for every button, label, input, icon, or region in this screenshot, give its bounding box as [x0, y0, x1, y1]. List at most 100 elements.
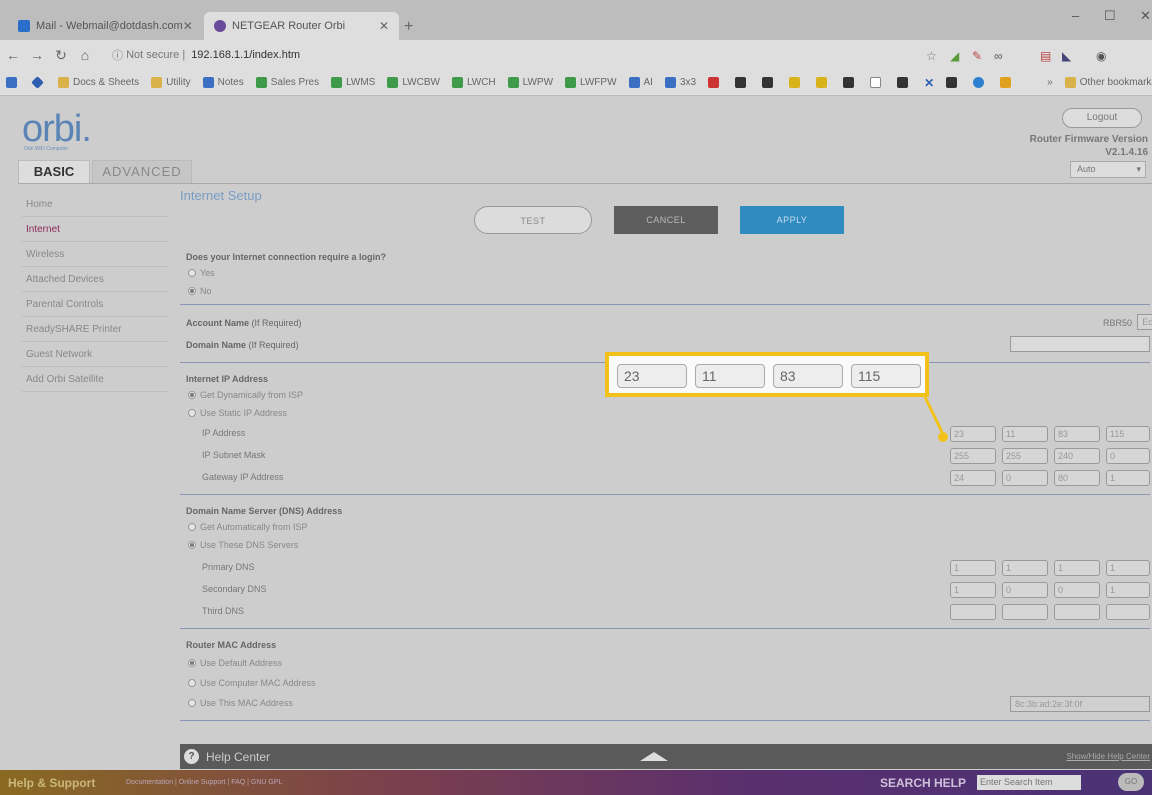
third-dns-octet-2[interactable]: [1002, 604, 1048, 620]
bookmark-item[interactable]: Notes: [202, 77, 244, 88]
bookmark-item[interactable]: Utility: [151, 77, 191, 88]
login-yes-radio[interactable]: Yes: [188, 268, 215, 278]
secondary-dns-octet-4[interactable]: 1: [1106, 582, 1150, 598]
bookmark-icon-only[interactable]: [946, 77, 961, 88]
sidebar-item-home[interactable]: Home: [22, 192, 168, 217]
search-help-input[interactable]: [977, 775, 1081, 790]
tab-advanced[interactable]: ADVANCED: [92, 160, 192, 184]
extension-icon[interactable]: ◢: [950, 49, 959, 63]
ip-static-radio[interactable]: Use Static IP Address: [188, 408, 287, 418]
close-tab-icon[interactable]: ✕: [379, 19, 389, 33]
bookmark-icon-only[interactable]: [708, 77, 723, 88]
secondary-dns-octet-2[interactable]: 0: [1002, 582, 1048, 598]
dns-auto-radio[interactable]: Get Automatically from ISP: [188, 522, 308, 532]
mac-default-radio[interactable]: Use Default Address: [188, 658, 282, 668]
bookmark-icon-only[interactable]: ✕: [924, 76, 934, 90]
bookmark-icon-only[interactable]: [816, 77, 831, 88]
browser-tab-mail[interactable]: Mail - Webmail@dotdash.com ✕: [8, 12, 198, 40]
sidebar-item-add-orbi-satellite[interactable]: Add Orbi Satellite: [22, 367, 168, 392]
mac-address-input[interactable]: 8c:3b:ad:2e:3f:0f: [1010, 696, 1150, 712]
language-select[interactable]: Auto ▾: [1070, 161, 1146, 178]
ip-address-octet-2[interactable]: 11: [1002, 426, 1048, 442]
extension-icon[interactable]: ◉: [1096, 49, 1106, 63]
edit-button[interactable]: Edit: [1137, 314, 1152, 330]
login-no-radio[interactable]: No: [188, 286, 212, 296]
sidebar-item-parental-controls[interactable]: Parental Controls: [22, 292, 168, 317]
gateway-octet-2[interactable]: 0: [1002, 470, 1048, 486]
bookmark-item[interactable]: LWCH: [451, 77, 496, 88]
bookmark-icon-only[interactable]: [735, 77, 750, 88]
test-button[interactable]: TEST: [474, 206, 592, 234]
bookmark-icon-only[interactable]: [789, 77, 804, 88]
subnet-octet-2[interactable]: 255: [1002, 448, 1048, 464]
primary-dns-octet-2[interactable]: 1: [1002, 560, 1048, 576]
reload-icon[interactable]: ↻: [50, 47, 72, 64]
extension-icon[interactable]: ∞: [994, 49, 1003, 63]
star-icon[interactable]: ☆: [926, 49, 937, 63]
url-input[interactable]: ⓘ Not secure | 192.168.1.1/index.htm: [104, 44, 308, 66]
bookmark-item[interactable]: LWMS: [331, 77, 375, 88]
bookmark-item[interactable]: LWFPW: [565, 77, 617, 88]
subnet-octet-4[interactable]: 0: [1106, 448, 1150, 464]
bookmark-item[interactable]: 3x3: [664, 77, 696, 88]
bookmark-item[interactable]: Docs & Sheets: [58, 77, 139, 88]
mac-this-radio[interactable]: Use This MAC Address: [188, 698, 293, 708]
sidebar-item-internet[interactable]: Internet: [22, 217, 168, 242]
sidebar-item-readyshare-printer[interactable]: ReadySHARE Printer: [22, 317, 168, 342]
show-hide-help-link[interactable]: Show/Hide Help Center: [1066, 752, 1150, 761]
maximize-button[interactable]: ☐: [1104, 8, 1116, 24]
secondary-dns-octet-1[interactable]: 1: [950, 582, 996, 598]
mac-computer-radio[interactable]: Use Computer MAC Address: [188, 678, 316, 688]
logout-button[interactable]: Logout: [1062, 108, 1142, 128]
third-dns-octet-4[interactable]: [1106, 604, 1150, 620]
third-dns-octet-1[interactable]: [950, 604, 996, 620]
subnet-octet-3[interactable]: 240: [1054, 448, 1100, 464]
sidebar-item-guest-network[interactable]: Guest Network: [22, 342, 168, 367]
extension-icon[interactable]: ◣: [1062, 49, 1071, 63]
browser-tab-netgear[interactable]: NETGEAR Router Orbi ✕: [204, 12, 399, 40]
primary-dns-octet-3[interactable]: 1: [1054, 560, 1100, 576]
primary-dns-octet-4[interactable]: 1: [1106, 560, 1150, 576]
sidebar-item-wireless[interactable]: Wireless: [22, 242, 168, 267]
dns-manual-radio[interactable]: Use These DNS Servers: [188, 540, 298, 550]
bookmark-icon-only[interactable]: [1000, 77, 1015, 88]
gateway-octet-1[interactable]: 24: [950, 470, 996, 486]
minimize-button[interactable]: –: [1072, 8, 1079, 23]
tab-basic[interactable]: BASIC: [18, 160, 90, 184]
close-tab-icon[interactable]: ✕: [183, 19, 193, 33]
support-links[interactable]: Documentation | Online Support | FAQ | G…: [126, 779, 282, 786]
bookmarks-overflow[interactable]: »: [1047, 77, 1053, 88]
bookmark-item[interactable]: LWCBW: [387, 77, 440, 88]
third-dns-octet-3[interactable]: [1054, 604, 1100, 620]
ip-dynamic-radio[interactable]: Get Dynamically from ISP: [188, 390, 303, 400]
expand-arrow-icon[interactable]: [640, 752, 668, 761]
bookmark-diamond[interactable]: [31, 76, 46, 89]
close-window-button[interactable]: ✕: [1140, 8, 1151, 24]
ip-address-octet-4[interactable]: 115: [1106, 426, 1150, 442]
cancel-button[interactable]: CANCEL: [614, 206, 718, 234]
bookmark-icon-only[interactable]: [897, 77, 912, 88]
domain-name-input[interactable]: [1010, 336, 1150, 352]
bookmark-icon-only[interactable]: [973, 77, 988, 88]
home-icon[interactable]: ⌂: [74, 47, 96, 63]
back-arrow-icon[interactable]: ←: [2, 47, 24, 63]
primary-dns-octet-1[interactable]: 1: [950, 560, 996, 576]
new-tab-button[interactable]: +: [404, 18, 413, 36]
extension-icon[interactable]: ▤: [1040, 49, 1051, 63]
bookmark-item[interactable]: AI: [628, 77, 653, 88]
bookmark-item[interactable]: Sales Pres: [255, 77, 319, 88]
bookmark-apps[interactable]: [6, 77, 21, 88]
other-bookmarks[interactable]: Other bookmarks: [1064, 77, 1152, 88]
subnet-octet-1[interactable]: 255: [950, 448, 996, 464]
bookmark-item[interactable]: LWPW: [507, 77, 553, 88]
gateway-octet-4[interactable]: 1: [1106, 470, 1150, 486]
pen-icon[interactable]: ✎: [972, 49, 982, 63]
ip-address-octet-1[interactable]: 23: [950, 426, 996, 442]
forward-arrow-icon[interactable]: →: [26, 47, 48, 63]
ip-address-octet-3[interactable]: 83: [1054, 426, 1100, 442]
bookmark-icon-only[interactable]: [870, 77, 885, 88]
bookmark-icon-only[interactable]: [762, 77, 777, 88]
secondary-dns-octet-3[interactable]: 0: [1054, 582, 1100, 598]
gateway-octet-3[interactable]: 80: [1054, 470, 1100, 486]
go-button[interactable]: GO: [1118, 773, 1144, 791]
